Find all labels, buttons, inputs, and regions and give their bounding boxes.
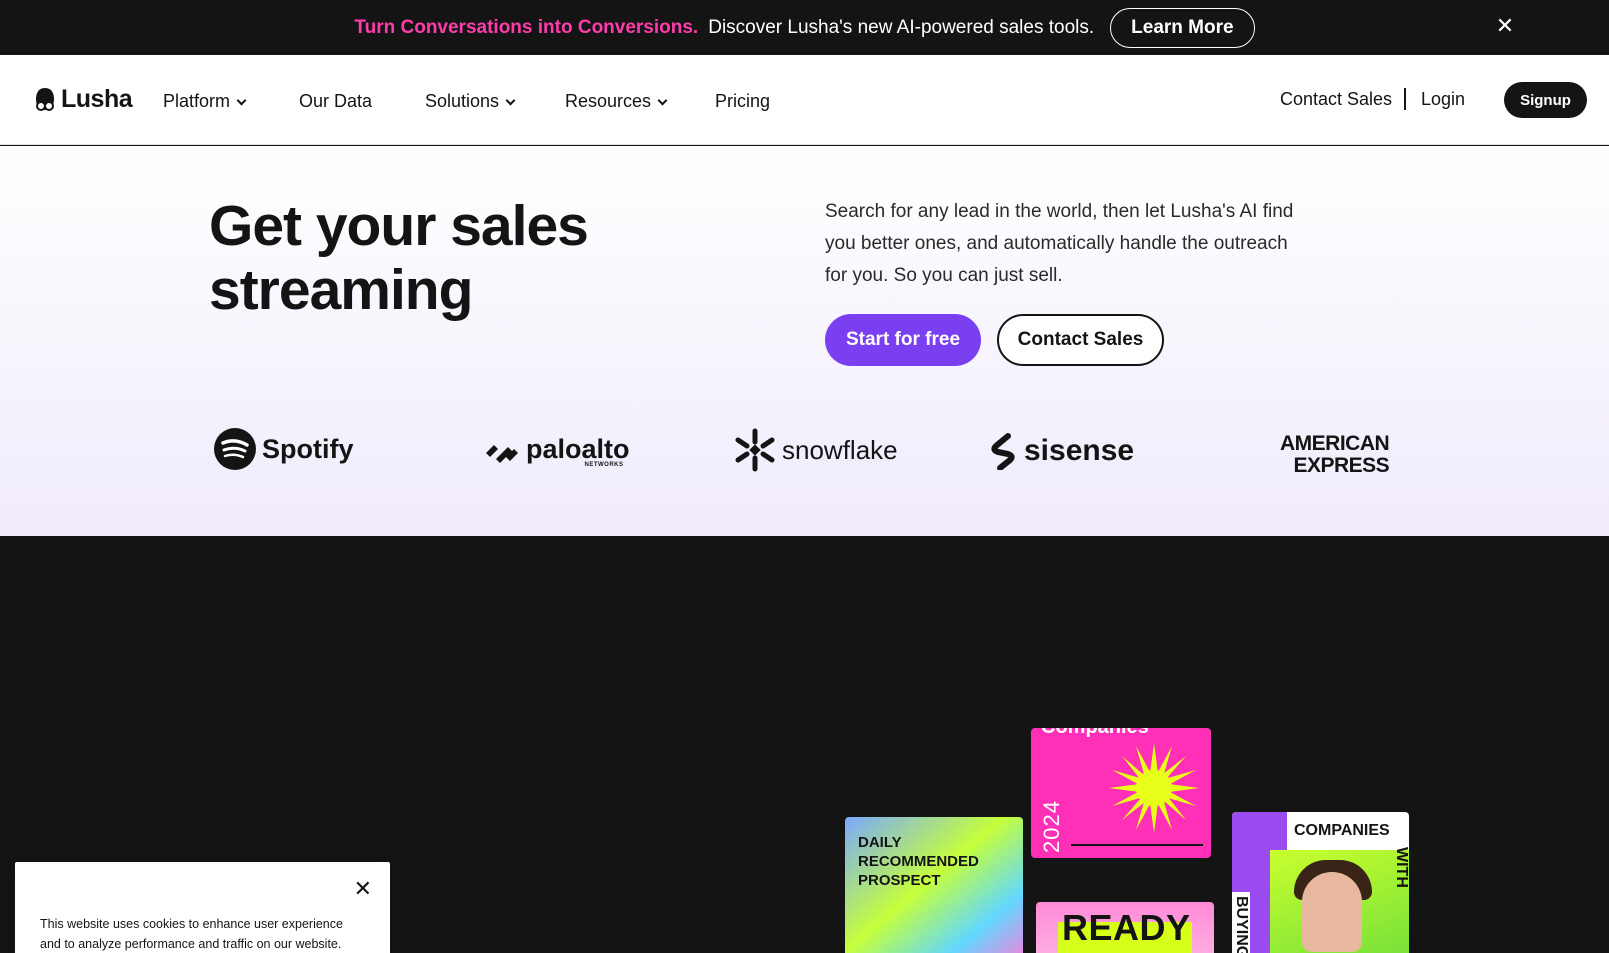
nav-item-label: Our Data — [299, 91, 373, 111]
signup-button[interactable]: Signup — [1504, 82, 1587, 118]
logo-wordmark: Lusha — [61, 85, 133, 113]
close-icon[interactable]: ✕ — [1493, 14, 1517, 38]
with-label: WITH — [1393, 847, 1409, 888]
ready-label: READY — [1062, 907, 1191, 948]
announcement-message: Discover Lusha's new AI-powered sales to… — [708, 16, 1095, 38]
nav-item-label: Pricing — [715, 91, 771, 111]
sisense-wordmark: sisense — [1024, 434, 1135, 467]
spotify-icon — [214, 428, 256, 470]
chevron-down-icon — [657, 95, 668, 105]
lusha-logo-icon — [36, 87, 54, 111]
amex-line-2: EXPRESS — [1293, 454, 1390, 477]
main-nav: Lusha Platform Our Data Solutions Resour… — [0, 55, 1609, 145]
announcement-highlight: Turn Conversations into Conversions. — [354, 16, 699, 38]
sisense-icon — [991, 433, 1015, 470]
portrait-face — [1302, 872, 1362, 952]
chevron-down-icon — [505, 95, 516, 105]
announcement-bar: Turn Conversations into Conversions. Dis… — [0, 0, 1609, 55]
daily-prospect-label: DAILY RECOMMENDED PROSPECT — [858, 834, 979, 889]
cookie-text: This website uses cookies to enhance use… — [40, 917, 343, 951]
spotify-wordmark: Spotify — [262, 433, 354, 464]
sisense-logo: sisense — [988, 432, 1134, 470]
nav-divider — [1404, 88, 1406, 110]
snowflake-icon — [735, 428, 775, 472]
nav-item-our-data[interactable]: Our Data — [299, 91, 372, 112]
nav-item-resources[interactable]: Resources — [565, 91, 668, 112]
close-icon[interactable]: ✕ — [354, 878, 372, 900]
starburst-icon — [1109, 743, 1199, 833]
hero-description: Search for any lead in the world, then l… — [825, 201, 1294, 286]
chevron-down-icon — [236, 95, 247, 105]
snowflake-logo: snowflake — [734, 428, 898, 472]
customer-logos: Spotify paloalto NETWORKS snowflake sise… — [0, 428, 1609, 488]
nav-item-label: Platform — [163, 91, 231, 111]
paloalto-icon — [486, 445, 518, 463]
nav-item-pricing[interactable]: Pricing — [715, 91, 770, 112]
buying-label: BUYING — [1232, 892, 1250, 953]
hero-section: Get your sales streaming Search for any … — [0, 146, 1609, 536]
paloalto-subtitle: NETWORKS — [584, 462, 624, 468]
nav-item-label: Resources — [565, 91, 652, 111]
nav-item-platform[interactable]: Platform — [163, 91, 247, 112]
companies-2024-card: Companies 2024 — [1031, 728, 1211, 858]
ready-card: READY — [1036, 902, 1214, 953]
companies-top-label: Companies — [1041, 728, 1149, 739]
learn-more-button[interactable]: Learn More — [1110, 7, 1255, 48]
nav-item-label: Solutions — [425, 91, 500, 111]
snowflake-wordmark: snowflake — [782, 434, 898, 465]
year-label: 2024 — [1039, 800, 1064, 853]
logo[interactable]: Lusha — [33, 85, 133, 114]
american-express-logo: AMERICAN EXPRESS — [1280, 432, 1390, 477]
contact-sales-button[interactable]: Contact Sales — [997, 314, 1164, 366]
cookie-banner: ✕ This website uses cookies to enhance u… — [15, 862, 390, 953]
login-link[interactable]: Login — [1421, 89, 1465, 110]
hero-title: Get your sales streaming — [209, 194, 589, 322]
amex-line-1: AMERICAN — [1280, 432, 1390, 455]
paloalto-wordmark: paloalto — [526, 434, 630, 464]
daily-prospect-card: DAILY RECOMMENDED PROSPECT — [845, 817, 1023, 953]
paloalto-logo: paloalto NETWORKS — [484, 436, 630, 468]
contact-sales-link[interactable]: Contact Sales — [1280, 89, 1392, 110]
card-underline — [1071, 844, 1203, 846]
nav-item-solutions[interactable]: Solutions — [425, 91, 516, 112]
spotify-logo: Spotify — [214, 428, 354, 470]
buying-companies-card: COMPANIES WITH BUYING — [1232, 812, 1409, 953]
companies-label: COMPANIES — [1294, 822, 1390, 839]
start-for-free-button[interactable]: Start for free — [825, 314, 981, 366]
